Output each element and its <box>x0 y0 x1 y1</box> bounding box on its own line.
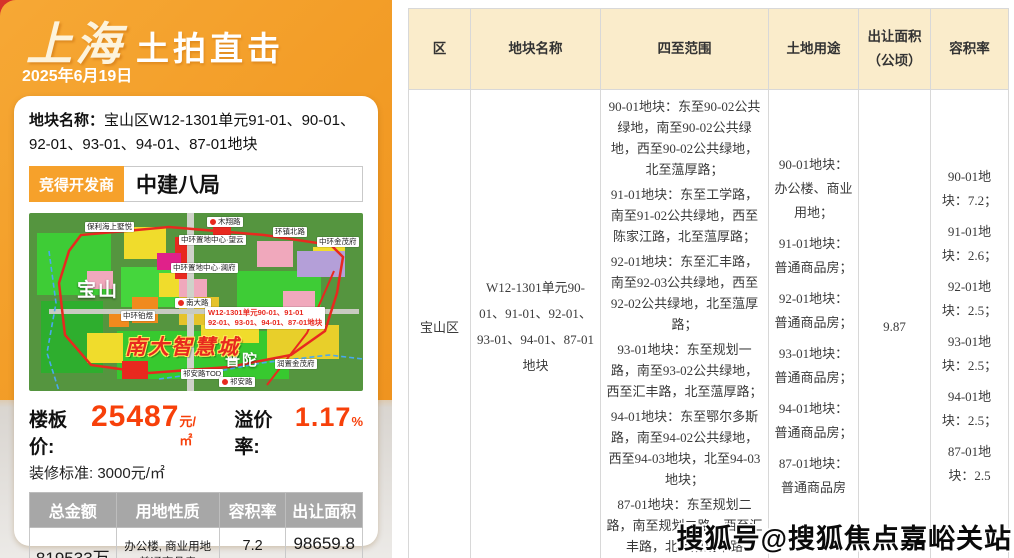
floor-price-value: 25487 <box>91 400 179 434</box>
map-label-nanda-city: 南大智慧城 <box>125 331 240 361</box>
winner-row: 竞得开发商 中建八局 <box>29 166 363 202</box>
map-label-runzhi: 润置金茂府 <box>275 359 317 369</box>
map-label-qian-tod: 祁安路TOD <box>181 369 223 379</box>
summary-header-far: 容积率 <box>219 493 286 528</box>
summary-header-area: 出让面积 <box>286 493 363 528</box>
premium-value: 1.17 <box>295 402 352 433</box>
cell-district: 宝山区 <box>409 90 471 558</box>
map-label-boyu: 中环铂煜 <box>121 311 155 321</box>
summary-far: 7.2 2.6, 2.5 <box>219 528 286 558</box>
summary-data-row: 819533万 办公楼, 商业用地 普通商品房 7.2 2.6, 2.5 986… <box>30 528 363 558</box>
auction-card: 地块名称：宝山区W12-1301单元91-01、90-01、92-01、93-0… <box>14 96 378 546</box>
cell-far: 90-01地块：7.2； 91-01地块：2.6； 92-01地块：2.5； 9… <box>931 90 1009 558</box>
map-label-lanfu: 中环置地中心·澜府 <box>171 263 238 273</box>
floor-price-label: 楼板价: <box>29 405 91 459</box>
summary-header-row: 总金额 用地性质 容积率 出让面积 <box>30 493 363 528</box>
parcel-detail-table: 区 地块名称 四至范围 土地用途 出让面积（公顷） 容积率 宝山区 W12-13… <box>408 8 1009 558</box>
winner-name: 中建八局 <box>124 166 363 202</box>
map-label-muxiang: 木翔路 <box>207 217 243 227</box>
metro-icon <box>221 378 229 386</box>
page: 上海土拍直击 2025年6月19日 地块名称：宝山区W12-1301单元91-0… <box>0 0 1014 558</box>
map-label-baoli: 保利海上墅悦 <box>85 222 134 232</box>
cell-area: 9.87 <box>859 90 931 558</box>
summary-table: 总金额 用地性质 容积率 出让面积 819533万 办公楼, 商业用地 普通商品… <box>29 492 363 558</box>
premium-unit: % <box>351 414 363 429</box>
premium-label: 溢价率: <box>234 405 294 459</box>
col-header-parcel-name: 地块名称 <box>471 9 601 90</box>
summary-area: 98659.8㎡ <box>286 528 363 558</box>
cell-parcel-name: W12-1301单元90-01、91-01、92-01、93-01、94-01、… <box>471 90 601 558</box>
map-label-huanzhen: 环镇北路 <box>273 227 307 237</box>
decoration-standard: 装修标准: 3000元/㎡ <box>29 462 363 483</box>
table-row: 宝山区 W12-1301单元90-01、91-01、92-01、93-01、94… <box>409 90 1009 558</box>
floor-price-unit: 元/㎡ <box>179 411 208 449</box>
map-label-parcel-callout: W12-1301单元90-01、91-01 92-01、93-01、94-01、… <box>205 307 325 329</box>
cell-boundaries: 90-01地块：东至90-02公共绿地，南至90-02公共绿地，西至90-02公… <box>601 90 769 558</box>
date-label: 2025年6月19日 <box>22 62 132 86</box>
map-label-baoshan: 宝山 <box>77 275 119 302</box>
parcel-name-label: 地块名称： <box>29 112 104 129</box>
summary-landuse: 办公楼, 商业用地 普通商品房 <box>116 528 219 558</box>
summary-header-landuse: 用地性质 <box>116 493 219 528</box>
map-label-wangyun: 中环置地中心·望云 <box>179 235 246 245</box>
col-header-far: 容积率 <box>931 9 1009 90</box>
col-header-area: 出让面积（公顷） <box>859 9 931 90</box>
summary-header-total: 总金额 <box>30 493 117 528</box>
col-header-land-use: 土地用途 <box>769 9 859 90</box>
watermark: 搜狐号@搜狐焦点嘉峪关站 <box>677 517 1012 556</box>
cell-land-use: 90-01地块：办公楼、商业用地； 91-01地块：普通商品房； 92-01地块… <box>769 90 859 558</box>
col-header-district: 区 <box>409 9 471 90</box>
map-label-jinmao: 中环金茂府 <box>317 237 359 247</box>
summary-total: 819533万 <box>30 528 117 558</box>
left-infographic-panel: 上海土拍直击 2025年6月19日 地块名称：宝山区W12-1301单元91-0… <box>0 0 392 558</box>
right-table-panel: 区 地块名称 四至范围 土地用途 出让面积（公顷） 容积率 宝山区 W12-13… <box>392 0 1014 558</box>
zoning-map: 保利海上墅悦 木翔路 中环置地中心·望云 环镇北路 中环金茂府 中环置地中心·澜… <box>29 213 363 391</box>
price-row: 楼板价: 25487 元/㎡ 溢价率: 1.17 % <box>29 400 363 459</box>
metro-icon <box>209 218 217 226</box>
metro-icon <box>177 299 185 307</box>
col-header-boundaries: 四至范围 <box>601 9 769 90</box>
premium-group: 溢价率: 1.17 % <box>234 402 363 459</box>
page-title: 土拍直击 <box>136 30 284 67</box>
table-header-row: 区 地块名称 四至范围 土地用途 出让面积（公顷） 容积率 <box>409 9 1009 90</box>
parcel-name-line: 地块名称：宝山区W12-1301单元91-01、90-01、92-01、93-0… <box>29 109 363 157</box>
winner-badge: 竞得开发商 <box>29 166 124 202</box>
map-label-qian-road: 祁安路 <box>219 377 255 387</box>
